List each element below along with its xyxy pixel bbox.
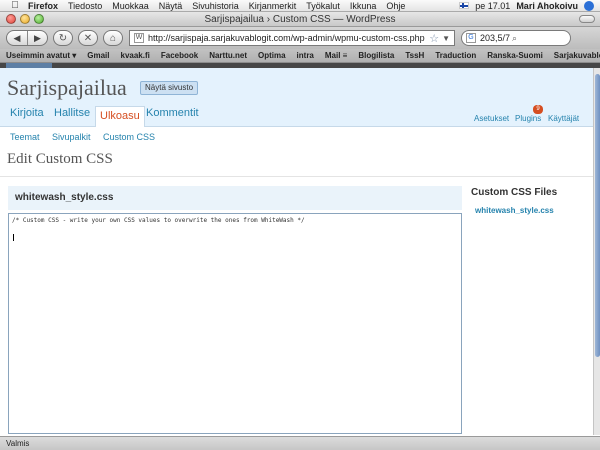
menu-window[interactable]: Ikkuna <box>350 1 377 11</box>
apple-icon[interactable]:  <box>8 0 22 11</box>
link-kayttajat[interactable]: Käyttäjät <box>548 114 579 123</box>
bookmark-gmail[interactable]: Gmail <box>87 51 109 60</box>
toolbar-toggle-button[interactable] <box>579 15 595 23</box>
wp-header: Sarjispajailua Näytä sivusto <box>0 68 600 102</box>
nav-buttons: ◀ ▶ <box>6 30 48 46</box>
url-text[interactable]: http://sarjispaja.sarjakuvablogit.com/wp… <box>148 33 425 43</box>
text-caret <box>13 234 14 241</box>
subnav-sivupalkit[interactable]: Sivupalkit <box>52 132 91 142</box>
bookmark-facebook[interactable]: Facebook <box>161 51 198 60</box>
editor-content[interactable]: /* Custom CSS - write your own CSS value… <box>12 217 305 224</box>
bookmark-optima[interactable]: Optima <box>258 51 286 60</box>
bookmark-most-visited[interactable]: Useimmin avatut ▾ <box>6 51 76 60</box>
bookmark-ranska-suomi[interactable]: Ranska-Suomi <box>487 51 543 60</box>
favicon-icon: W <box>134 33 144 43</box>
sub-nav: Teemat Sivupalkit Custom CSS <box>0 127 600 147</box>
spotlight-icon[interactable] <box>584 0 594 11</box>
menu-history[interactable]: Sivuhistoria <box>192 1 239 11</box>
link-asetukset[interactable]: Asetukset <box>474 114 509 123</box>
menu-bookmarks[interactable]: Kirjanmerkit <box>249 1 297 11</box>
reload-icon[interactable]: ↻ <box>53 30 73 46</box>
search-value[interactable]: 203,5/7 <box>480 33 510 43</box>
view-site-button[interactable]: Näytä sivusto <box>140 81 199 95</box>
file-title: whitewash_style.css <box>15 192 114 203</box>
bookmark-blogilista[interactable]: Blogilista <box>358 51 394 60</box>
menu-help[interactable]: Ohje <box>386 1 405 11</box>
close-window-icon[interactable] <box>6 14 16 24</box>
bookmarks-bar: Useimmin avatut ▾ Gmail kvaak.fi Faceboo… <box>0 49 600 63</box>
status-bar: Valmis <box>0 436 600 450</box>
zoom-window-icon[interactable] <box>34 14 44 24</box>
clock[interactable]: pe 17.01 <box>475 1 510 11</box>
tab-kirjoita[interactable]: Kirjoita <box>10 107 44 119</box>
tab-kommentit[interactable]: Kommentit <box>146 107 199 119</box>
site-name: Sarjispajailua <box>7 75 127 100</box>
search-engine-icon[interactable]: G <box>466 33 476 43</box>
subnav-custom-css[interactable]: Custom CSS <box>103 132 155 142</box>
status-text: Valmis <box>6 439 30 448</box>
plugins-update-badge: 9 <box>533 105 543 114</box>
back-arrow-icon[interactable]: ◀ <box>7 31 27 45</box>
menu-tools[interactable]: Työkalut <box>306 1 340 11</box>
bookmark-kvaak[interactable]: kvaak.fi <box>121 51 150 60</box>
user-name[interactable]: Mari Ahokoivu <box>516 1 578 11</box>
bookmark-intra[interactable]: intra <box>297 51 314 60</box>
bookmark-traduction[interactable]: Traduction <box>435 51 476 60</box>
bookmark-tssh[interactable]: TssH <box>405 51 424 60</box>
search-icon[interactable]: ⌕ <box>512 33 517 44</box>
tab-ulkoasu[interactable]: Ulkoasu <box>95 106 145 128</box>
page-title: Edit Custom CSS <box>7 151 113 167</box>
css-editor-textarea[interactable]: /* Custom CSS - write your own CSS value… <box>8 213 462 434</box>
forward-arrow-icon[interactable]: ▶ <box>27 31 47 45</box>
menu-app[interactable]: Firefox <box>28 1 58 11</box>
bookmark-mail[interactable]: Mail ≡ <box>325 51 347 60</box>
page-scrollbar[interactable] <box>593 68 600 435</box>
divider <box>0 176 600 177</box>
home-icon[interactable]: ⌂ <box>103 30 123 46</box>
bookmark-star-icon[interactable]: ☆ <box>429 32 439 45</box>
bookmark-narttu[interactable]: Narttu.net <box>209 51 247 60</box>
tab-hallitse[interactable]: Hallitse <box>54 107 90 119</box>
subnav-teemat[interactable]: Teemat <box>10 132 40 142</box>
custom-css-files-heading: Custom CSS Files <box>471 187 558 198</box>
file-link-whitewash[interactable]: whitewash_style.css <box>475 206 554 215</box>
file-header: whitewash_style.css <box>8 186 462 210</box>
link-plugins[interactable]: Plugins <box>515 114 541 123</box>
window-title: Sarjispajailua › Custom CSS — WordPress <box>204 14 396 25</box>
bookmark-sarjakuvablogit[interactable]: Sarjakuvablogit <box>554 51 600 60</box>
url-bar[interactable]: W http://sarjispaja.sarjakuvablogit.com/… <box>129 30 455 46</box>
mac-menubar:  Firefox Tiedosto Muokkaa Näytä Sivuhis… <box>0 0 600 12</box>
url-dropdown-icon[interactable]: ▼ <box>442 34 450 43</box>
menu-file[interactable]: Tiedosto <box>68 1 102 11</box>
menu-view[interactable]: Näytä <box>159 1 183 11</box>
stop-icon[interactable]: ✕ <box>78 30 98 46</box>
search-field[interactable]: G 203,5/7 ⌕ <box>461 30 571 46</box>
finnish-flag-icon[interactable] <box>459 2 470 9</box>
scrollbar-thumb[interactable] <box>595 74 600 357</box>
main-nav: Kirjoita Hallitse Ulkoasu Kommentit Aset… <box>0 102 600 128</box>
menu-edit[interactable]: Muokkaa <box>112 1 149 11</box>
window-titlebar: Sarjispajailua › Custom CSS — WordPress <box>0 12 600 27</box>
minimize-window-icon[interactable] <box>20 14 30 24</box>
browser-toolbar: ◀ ▶ ↻ ✕ ⌂ W http://sarjispaja.sarjakuvab… <box>0 27 600 49</box>
